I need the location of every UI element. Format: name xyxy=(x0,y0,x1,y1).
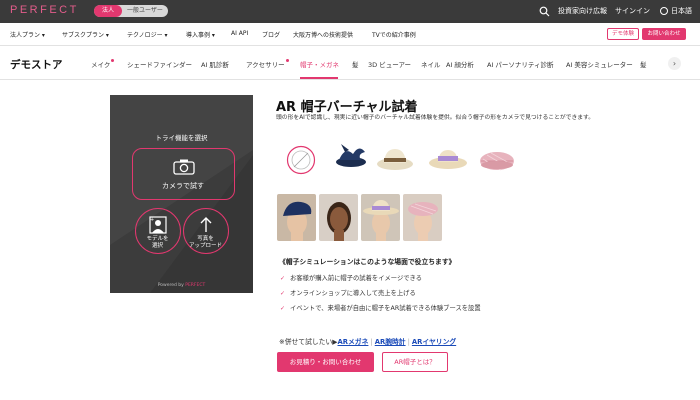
model-photo-lavender-hat[interactable] xyxy=(361,194,400,241)
contact-button[interactable]: お問い合わせ xyxy=(642,28,686,40)
store-tab-skin-analysis[interactable]: AI 肌診断 xyxy=(201,59,229,69)
hat-option-pink-beret[interactable] xyxy=(477,142,517,176)
store-tab-hair[interactable]: 髪 xyxy=(352,59,359,69)
quote-contact-button[interactable]: お見積り・お問い合わせ xyxy=(277,352,374,372)
model-pink-beret-image xyxy=(403,194,442,241)
powered-by-brand: PERFECT xyxy=(185,283,206,288)
separator: | xyxy=(370,338,373,346)
store-tab-beauty-simulator[interactable]: AI 美容シミュレーター xyxy=(566,59,633,69)
chevron-right-icon: › xyxy=(672,59,677,68)
bullet-item: ✓ オンラインショップに導入して売上を上げる xyxy=(280,288,416,297)
navy-fascinator-icon xyxy=(336,144,366,167)
model-navy-hat-image xyxy=(277,194,316,241)
signin-link[interactable]: サインイン xyxy=(615,6,650,17)
select-model-label: モデルを 選択 xyxy=(136,236,179,250)
upload-arrow-icon xyxy=(200,217,212,232)
no-hat-option[interactable] xyxy=(286,145,316,175)
audience-switch[interactable]: 法人 一般ユーザー xyxy=(94,5,168,17)
page-description: 頭の形をAIで認識し、現実に近い帽子のバーチャル試着体験を提供。似合う帽子の形を… xyxy=(276,115,595,121)
new-dot-icon xyxy=(285,59,289,62)
hat-option-lavender-sunhat[interactable] xyxy=(428,141,468,175)
upload-photo-label: 写真を アップロード xyxy=(184,236,227,250)
panel-title: トライ機能を選択 xyxy=(155,134,208,142)
upload-photo-button[interactable]: 写真を アップロード xyxy=(183,208,229,254)
lavender-sunhat-icon xyxy=(429,150,467,169)
powered-by-prefix: Powered by xyxy=(157,283,186,288)
link-ar-earrings[interactable]: ARイヤリング xyxy=(412,338,456,346)
page-title: AR 帽子バーチャル試着 xyxy=(276,100,418,115)
related-links: ※併せて試したい▶ARメガネ | AR腕時計 | ARイヤリング xyxy=(279,336,456,346)
globe-icon[interactable] xyxy=(660,7,668,15)
main-nav: 法人プラン ▾ サブスクプラン ▾ テクノロジー ▾ 導入事例 ▾ AI API… xyxy=(0,23,700,46)
select-model-button[interactable]: + モデルを 選択 xyxy=(135,208,181,254)
store-tab-label: アクセサリー xyxy=(246,61,285,69)
store-tab-label: メイク xyxy=(91,61,111,69)
nav-item-ai-api[interactable]: AI API xyxy=(231,30,248,37)
nav-item-subscription[interactable]: サブスクプラン ▾ xyxy=(62,30,109,39)
link-ar-glasses[interactable]: ARメガネ xyxy=(338,338,369,346)
pink-beret-icon xyxy=(480,152,514,171)
straw-fedora-icon xyxy=(377,149,413,170)
store-tab-personality[interactable]: AI パーソナリティ診断 xyxy=(487,59,554,69)
link-ar-watch[interactable]: AR腕時計 xyxy=(375,338,406,346)
related-prefix: ※併せて試したい▶ xyxy=(279,338,338,346)
model-lavender-hat-image xyxy=(361,194,400,241)
upload-photo-label-line1: 写真を xyxy=(197,236,214,242)
demo-store-nav: デモストア メイク シェードファインダー AI 肌診断 アクセサリー 帽子・メガ… xyxy=(0,47,700,80)
segment-general-user[interactable]: 一般ユーザー xyxy=(122,5,168,17)
nav-item-case-studies[interactable]: 導入事例 ▾ xyxy=(186,30,215,39)
nav-item-corporate-plan[interactable]: 法人プラン ▾ xyxy=(10,30,45,39)
language-selector[interactable]: 日本語 xyxy=(671,6,692,17)
top-bar: PERFECT 法人 一般ユーザー 投資家向け広報 サインイン 日本語 xyxy=(0,0,700,23)
store-title: デモストア xyxy=(10,59,63,71)
active-tab-indicator xyxy=(300,77,338,79)
try-on-panel: トライ機能を選択 カメラで試す + モデルを 選択 写真を アップロード Power… xyxy=(110,95,253,293)
upload-photo-label-line2: アップロード xyxy=(188,243,222,249)
segment-corporate[interactable]: 法人 xyxy=(94,5,122,17)
model-person-icon: + xyxy=(149,216,167,234)
bullet-text: イベントで、来場者が自由に帽子をAR試着できる体験ブースを設置 xyxy=(290,305,481,312)
nav-item-technology[interactable]: テクノロジー ▾ xyxy=(127,30,168,39)
demo-button[interactable]: デモ体験 xyxy=(607,28,639,40)
what-is-ar-hat-button[interactable]: AR帽子とは？ xyxy=(382,352,448,372)
search-icon[interactable] xyxy=(539,6,550,17)
perfect-logo[interactable]: PERFECT xyxy=(10,4,79,16)
nav-item-blog[interactable]: ブログ xyxy=(262,30,280,39)
check-icon: ✓ xyxy=(280,275,286,282)
bullet-text: オンラインショップに導入して売上を上げる xyxy=(290,290,416,297)
check-icon: ✓ xyxy=(280,305,286,312)
new-dot-icon xyxy=(111,59,115,62)
bullet-item: ✓ イベントで、来場者が自由に帽子をAR試着できる体験ブースを設置 xyxy=(280,303,481,312)
select-model-label-line1: モデルを xyxy=(146,236,169,242)
hat-option-straw-fedora[interactable] xyxy=(375,141,415,175)
usage-heading: 《帽子シミュレーションはこのような場面で役立ちます》 xyxy=(279,258,456,266)
check-icon: ✓ xyxy=(280,290,286,297)
store-tab-nail[interactable]: ネイル xyxy=(421,59,441,69)
model-photo-pink-beret[interactable] xyxy=(403,194,442,241)
camera-try-label: カメラで試す xyxy=(162,182,204,190)
model-photo-plain[interactable] xyxy=(319,194,358,241)
select-model-label-line2: 選択 xyxy=(151,243,163,249)
powered-by[interactable]: Powered by PERFECT xyxy=(110,283,253,288)
separator: | xyxy=(407,338,410,346)
store-tab-shade-finder[interactable]: シェードファインダー xyxy=(127,59,192,69)
store-tab-accessories[interactable]: アクセサリー xyxy=(246,59,289,69)
camera-try-button[interactable]: カメラで試す xyxy=(132,148,235,200)
store-tab-makeup[interactable]: メイク xyxy=(91,59,115,69)
store-tab-hats-glasses[interactable]: 帽子・メガネ xyxy=(300,59,339,69)
bullet-text: お客様が購入前に帽子の試着をイメージできる xyxy=(290,275,423,282)
model-photo-navy-hat[interactable] xyxy=(277,194,316,241)
svg-text:+: + xyxy=(150,217,154,223)
store-tab-3d-viewer[interactable]: 3D ビューアー xyxy=(368,59,411,69)
bullet-item: ✓ お客様が購入前に帽子の試着をイメージできる xyxy=(280,273,422,282)
nav-item-expo[interactable]: 大阪万博への技術提供 xyxy=(293,30,353,39)
model-plain-image xyxy=(319,194,358,241)
camera-icon xyxy=(173,159,195,175)
hat-option-navy-fascinator[interactable] xyxy=(331,140,371,174)
investor-relations-link[interactable]: 投資家向け広報 xyxy=(558,6,607,17)
store-tab-hair-2[interactable]: 髪 xyxy=(640,59,647,69)
store-tab-face-analysis[interactable]: AI 顔分析 xyxy=(446,59,474,69)
scroll-right-button[interactable]: › xyxy=(668,57,681,70)
nav-item-tv[interactable]: TVでの紹介事例 xyxy=(372,30,416,39)
